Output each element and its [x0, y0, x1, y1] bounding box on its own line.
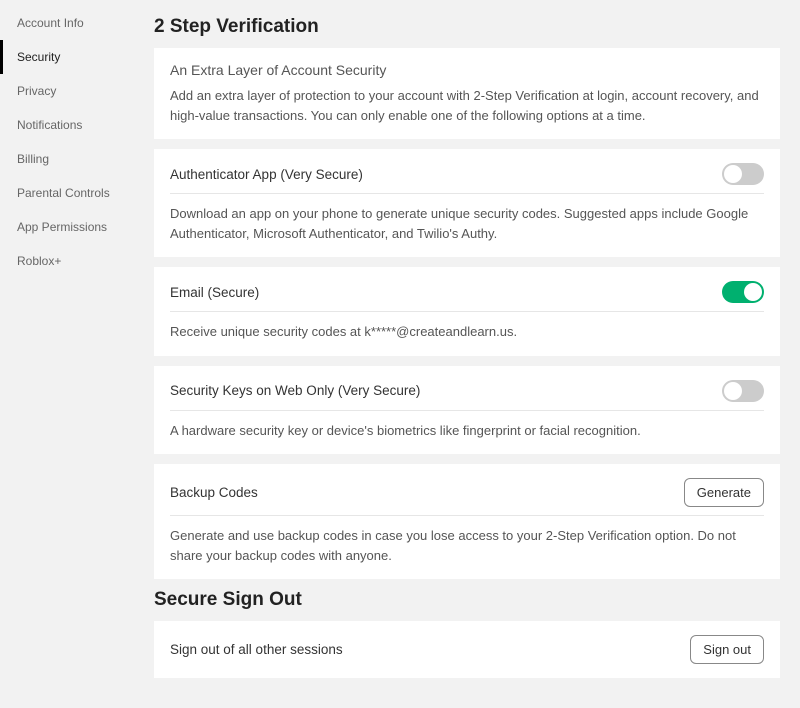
- generate-button[interactable]: Generate: [684, 478, 764, 507]
- authenticator-label: Authenticator App (Very Secure): [170, 167, 363, 182]
- settings-main: 2 Step Verification An Extra Layer of Ac…: [140, 0, 800, 708]
- secure-sign-out-title: Secure Sign Out: [154, 589, 780, 611]
- backup-codes-label: Backup Codes: [170, 485, 258, 500]
- backup-codes-card: Backup Codes Generate Generate and use b…: [154, 464, 780, 579]
- sidebar-item-account-info[interactable]: Account Info: [0, 6, 140, 40]
- email-label: Email (Secure): [170, 285, 259, 300]
- backup-codes-desc: Generate and use backup codes in case yo…: [170, 526, 764, 565]
- sidebar-item-app-permissions[interactable]: App Permissions: [0, 210, 140, 244]
- sidebar-item-parental-controls[interactable]: Parental Controls: [0, 176, 140, 210]
- sidebar-item-privacy[interactable]: Privacy: [0, 74, 140, 108]
- two-step-verification-title: 2 Step Verification: [154, 16, 780, 38]
- security-keys-desc: A hardware security key or device's biom…: [170, 421, 764, 441]
- sidebar-item-billing[interactable]: Billing: [0, 142, 140, 176]
- authenticator-toggle[interactable]: [722, 163, 764, 185]
- authenticator-card: Authenticator App (Very Secure) Download…: [154, 149, 780, 257]
- security-keys-label: Security Keys on Web Only (Very Secure): [170, 383, 420, 398]
- intro-card: An Extra Layer of Account Security Add a…: [154, 48, 780, 139]
- sign-out-label: Sign out of all other sessions: [170, 642, 343, 657]
- email-card: Email (Secure) Receive unique security c…: [154, 267, 780, 356]
- sidebar-item-notifications[interactable]: Notifications: [0, 108, 140, 142]
- security-keys-toggle[interactable]: [722, 380, 764, 402]
- intro-body: Add an extra layer of protection to your…: [170, 86, 764, 125]
- email-desc: Receive unique security codes at k*****@…: [170, 322, 764, 342]
- sidebar-item-security[interactable]: Security: [0, 40, 140, 74]
- security-keys-card: Security Keys on Web Only (Very Secure) …: [154, 366, 780, 455]
- sidebar-item-roblox-plus[interactable]: Roblox+: [0, 244, 140, 278]
- sign-out-card: Sign out of all other sessions Sign out: [154, 621, 780, 678]
- intro-heading: An Extra Layer of Account Security: [170, 62, 764, 78]
- authenticator-desc: Download an app on your phone to generat…: [170, 204, 764, 243]
- settings-sidebar: Account Info Security Privacy Notificati…: [0, 0, 140, 708]
- sign-out-button[interactable]: Sign out: [690, 635, 764, 664]
- email-toggle[interactable]: [722, 281, 764, 303]
